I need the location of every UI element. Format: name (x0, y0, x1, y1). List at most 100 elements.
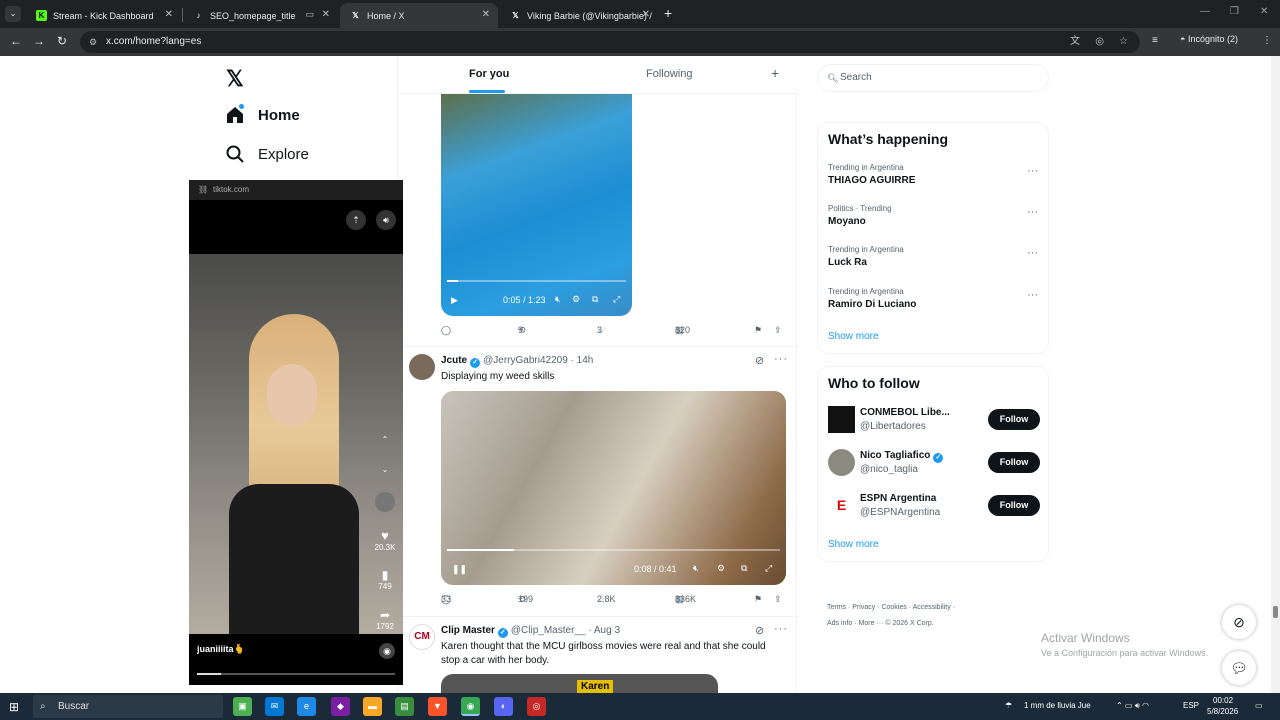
pip-icon[interactable]: ⧉ (592, 294, 598, 305)
follow-button[interactable]: Follow (988, 409, 1040, 430)
sidebar-item-home[interactable]: Home (226, 104, 300, 124)
edge-icon[interactable]: e (297, 697, 316, 716)
windows-start-icon[interactable]: ⊞ (9, 700, 19, 714)
picture-in-picture-icon[interactable]: ▭ (305, 9, 314, 20)
grok-icon[interactable]: ⊘ (755, 624, 765, 637)
tweet-author[interactable]: Clip Master ✓ @Clip_Master__ · Aug 3 (441, 625, 620, 638)
restore-icon[interactable]: ❐ (1230, 6, 1239, 17)
x-logo-icon[interactable]: 𝕏 (226, 66, 244, 92)
show-more-link[interactable]: Show more (828, 539, 879, 550)
tiktok-video[interactable] (189, 254, 403, 634)
tab-kick[interactable]: K Stream - Kick Dashboard ✕ (26, 3, 181, 28)
follow-suggestion[interactable]: E ESPN Argentina @ESPNArgentina Follow (828, 492, 1040, 522)
more-options-icon[interactable]: ··· (1027, 247, 1038, 259)
reply-icon[interactable]: ◯ (441, 325, 451, 336)
tiktok-pip-window[interactable]: ⛓ tiktok.com ⇡ 🔊︎ ⌃ ⌄ ♥ 20.3K ▮ 749 ➦ 1792 … (189, 180, 403, 685)
sidebar-item-explore[interactable]: Explore (226, 145, 309, 163)
weather-text[interactable]: 1 mm de lluvia Jue (1024, 701, 1091, 710)
close-window-icon[interactable]: ✕ (1260, 6, 1268, 17)
folder-icon[interactable]: ▬ (363, 697, 382, 716)
app-icon[interactable]: ◎ (527, 697, 546, 716)
trend-item[interactable]: Trending in Argentina Luck Ra ··· (828, 245, 1038, 268)
close-icon[interactable]: ✕ (322, 9, 330, 20)
follow-suggestion[interactable]: CONMEBOL Libe... @Libertadores Follow (828, 406, 1040, 436)
trend-item[interactable]: Trending in Argentina Ramiro Di Luciano … (828, 287, 1038, 310)
app-icon[interactable]: ▣ (233, 697, 252, 716)
translate-icon[interactable]: 文 (1070, 31, 1080, 53)
forward-icon[interactable]: → (33, 34, 45, 48)
tab-home-x[interactable]: 𝕏 Home / X ✕ (340, 3, 498, 28)
more-options-icon[interactable]: ··· (1027, 289, 1038, 301)
footer-links[interactable]: Ads info · More ··· © 2026 X Corp. (827, 620, 934, 627)
avatar[interactable] (409, 354, 435, 380)
play-icon[interactable]: ▶ (451, 295, 458, 306)
footer-links[interactable]: Terms · Privacy · Cookies · Accessibilit… (827, 604, 955, 611)
trend-item[interactable]: Trending in Argentina THIAGO AGUIRRE ··· (828, 163, 1038, 186)
new-tab-button[interactable]: + (664, 5, 672, 21)
share-icon[interactable]: ⇪ (774, 594, 782, 605)
show-more-link[interactable]: Show more (828, 331, 879, 342)
grok-icon[interactable]: ⊘ (755, 354, 765, 367)
tweet-video[interactable]: Karen (441, 674, 718, 693)
up-icon[interactable]: ⌃ (373, 435, 397, 444)
tab-for-you[interactable]: For you (469, 68, 509, 80)
pip-titlebar[interactable]: ⛓ tiktok.com (189, 180, 403, 200)
tab-search-menu-icon[interactable]: ⌄ (5, 6, 21, 22)
tray-icons[interactable]: ⌃ ▭ 🔊︎ ◠ (1116, 701, 1149, 711)
more-options-icon[interactable]: ··· (1027, 206, 1038, 218)
mute-icon[interactable]: 🔇︎ (555, 294, 561, 305)
brave-icon[interactable]: ▼ (428, 697, 447, 716)
add-feed-icon[interactable]: + (771, 65, 779, 81)
tab-seo[interactable]: ♪ SEO_homepage_title ▭ ✕ (183, 3, 338, 28)
app-icon[interactable]: ◆ (331, 697, 350, 716)
discord-icon[interactable]: ◐ (494, 697, 513, 716)
video-progress[interactable] (197, 673, 395, 675)
fullscreen-icon[interactable]: ⤢ (613, 294, 620, 305)
back-to-tab-icon[interactable]: ⇡ (346, 210, 366, 230)
save-button[interactable]: ▮ 749 (373, 568, 397, 591)
language-indicator[interactable]: ESP (1183, 701, 1199, 710)
close-icon[interactable]: ✕ (482, 9, 490, 20)
tweet-video[interactable]: ▶ 0:05 / 1:23 🔇︎ ⚙ ⧉ ⤢ (441, 94, 632, 316)
messages-button[interactable]: 💬︎ (1222, 651, 1256, 685)
share-button[interactable]: ➦ 1792 (373, 608, 397, 631)
store-icon[interactable]: ▤ (395, 697, 414, 716)
settings-icon[interactable]: ⚙ (572, 294, 580, 305)
volume-icon[interactable]: 🔊︎ (376, 210, 396, 230)
more-options-icon[interactable]: ··· (1027, 165, 1038, 177)
share-icon[interactable]: ⇪ (774, 325, 782, 336)
close-icon[interactable]: ✕ (165, 9, 173, 20)
more-options-icon[interactable]: ··· (774, 623, 788, 635)
tab-viking-barbie[interactable]: 𝕏 Viking Barbie (@Vikingbarbie) / ✕ (500, 3, 658, 28)
back-icon[interactable]: ← (10, 34, 22, 48)
notification-icon[interactable]: ▭ (1255, 701, 1263, 710)
fullscreen-icon[interactable]: ⤢ (765, 563, 772, 574)
pip-icon[interactable]: ⧉ (741, 563, 747, 574)
follow-button[interactable]: Follow (988, 495, 1040, 516)
settings-icon[interactable]: ⚙ (717, 563, 725, 574)
creator-avatar[interactable] (373, 492, 397, 514)
address-bar[interactable]: ⚙ x.com/home?lang=es 文 ◎ ☆ (80, 31, 1140, 53)
bookmark-icon[interactable]: ⚑ (754, 594, 762, 605)
mute-icon[interactable]: 🔇︎ (693, 563, 699, 574)
search-input[interactable]: 🔍︎ Search (817, 64, 1049, 92)
chrome-icon[interactable]: ◉ (461, 697, 480, 716)
menu-kebab-icon[interactable]: ⋮ (1262, 35, 1272, 46)
site-info-icon[interactable]: ⚙ (89, 31, 97, 53)
avatar[interactable]: CM (409, 624, 435, 650)
trend-item[interactable]: Politics · Trending Moyano ··· (828, 204, 1038, 227)
bookmark-icon[interactable]: ⚑ (754, 325, 762, 336)
tab-search-icon[interactable]: ≡ (1152, 35, 1158, 46)
close-icon[interactable]: ✕ (642, 9, 650, 20)
tiktok-username[interactable]: juaniiiita🫰 (197, 644, 245, 655)
incognito-indicator[interactable]: ◓ Incógnito (2) (1180, 34, 1238, 44)
tweet-author[interactable]: Jcute ✓ @JerryGabri42209 · 14h (441, 355, 593, 368)
bookmark-star-icon[interactable]: ☆ (1119, 31, 1128, 53)
mail-icon[interactable]: ✉ (265, 697, 284, 716)
grok-button[interactable]: ⊘ (1222, 605, 1256, 639)
clock-date[interactable]: 5/8/2026 (1207, 707, 1238, 716)
tweet-video[interactable]: ❚❚ 0:08 / 0:41 🔇︎ ⚙ ⧉ ⤢ (441, 391, 786, 585)
music-disc-icon[interactable]: ◉ (379, 643, 395, 659)
taskbar-search-input[interactable]: ⌕ Buscar (33, 695, 223, 718)
tab-following[interactable]: Following (646, 68, 692, 80)
